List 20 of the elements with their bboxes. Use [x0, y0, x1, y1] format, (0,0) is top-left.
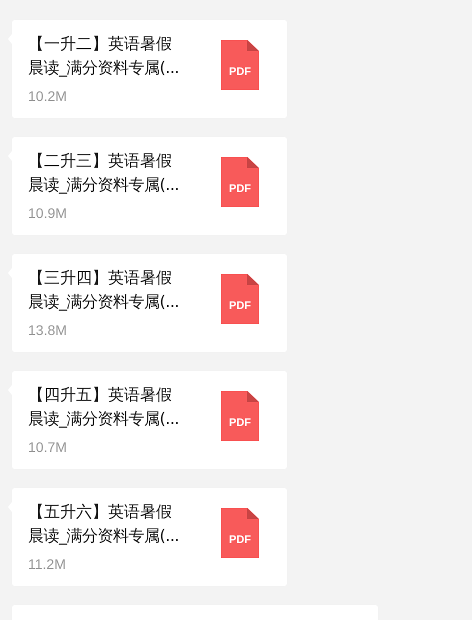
file-size: 13.8M [28, 321, 67, 340]
file-name: 晨读_满分资料专属(... [28, 174, 180, 196]
file-size: 11.2M [28, 555, 66, 574]
pdf-file-icon: PDF [221, 274, 259, 324]
pdf-file-icon: PDF [221, 40, 259, 90]
file-size: 10.9M [28, 204, 67, 223]
file-name: 【五升六】英语暑假 [28, 501, 173, 523]
file-name: 晨读_满分资料专属(... [28, 408, 180, 430]
file-name: 【一升二】英语暑假 [28, 33, 173, 55]
pdf-file-icon: PDF [221, 391, 259, 441]
file-name: 【三升四】英语暑假 [28, 267, 173, 289]
file-name: 晨读_满分资料专属(... [28, 291, 180, 313]
file-name: 【二升三】英语暑假 [28, 150, 173, 172]
file-size: 10.7M [28, 438, 67, 457]
file-size: 10.2M [28, 87, 67, 106]
pdf-file-icon: PDF [221, 508, 259, 558]
pdf-file-icon: PDF [221, 157, 259, 207]
file-name: 晨读_满分资料专属(... [28, 525, 180, 547]
file-name: 【四升五】英语暑假 [28, 384, 173, 406]
file-name: 晨读_满分资料专属(... [28, 57, 180, 79]
